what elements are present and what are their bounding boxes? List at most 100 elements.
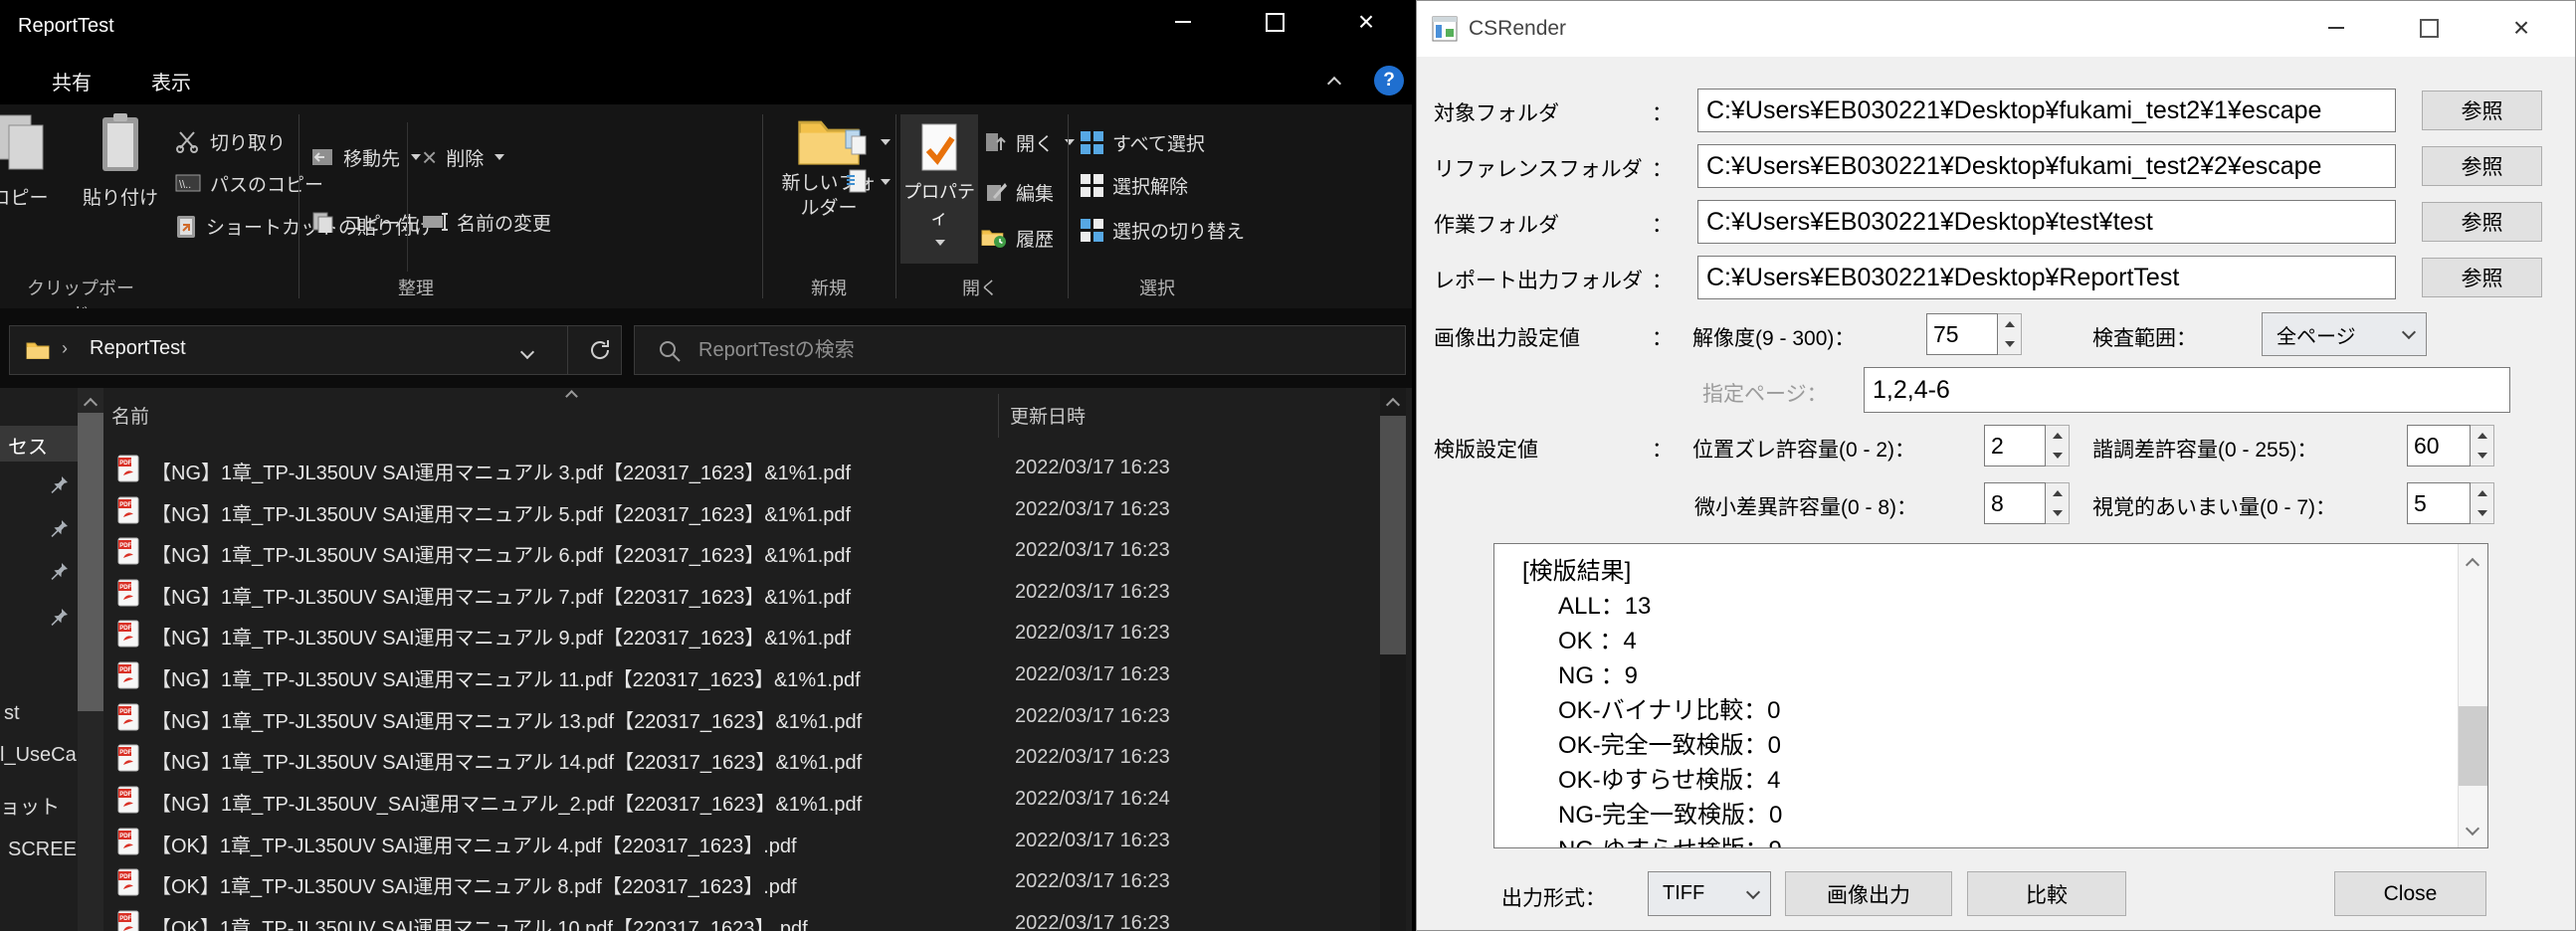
- compare-button[interactable]: 比較: [1967, 871, 2126, 916]
- target-folder-input[interactable]: [1697, 89, 2396, 132]
- dialog-close-button[interactable]: ×: [2490, 5, 2552, 51]
- target-folder-browse-button[interactable]: 参照: [2422, 91, 2542, 130]
- sidebar-item-quick-access[interactable]: セス: [0, 426, 78, 462]
- file-row[interactable]: 【OK】1章_TP-JL350UV SAI運用マニュアル 8.pdf【22031…: [102, 862, 1380, 903]
- results-scrollbar-thumb[interactable]: [2459, 706, 2487, 786]
- page-spec-input[interactable]: [1864, 367, 2510, 413]
- spin-down-icon[interactable]: [1998, 334, 2021, 354]
- report-folder-browse-button[interactable]: 参照: [2422, 258, 2542, 297]
- select-all-button[interactable]: すべて選択: [1081, 126, 1205, 158]
- open-button[interactable]: 開く: [985, 126, 1075, 158]
- spin-up-icon[interactable]: [2471, 426, 2493, 446]
- file-row[interactable]: 【OK】1章_TP-JL350UV SAI運用マニュアル 10.pdf【2203…: [102, 904, 1380, 931]
- tab-share[interactable]: 共有: [52, 67, 92, 95]
- column-header-modified[interactable]: 更新日時: [1010, 402, 1086, 429]
- tab-view[interactable]: 表示: [151, 67, 191, 95]
- work-folder-input[interactable]: [1697, 200, 2396, 244]
- spin-down-icon[interactable]: [2471, 446, 2493, 466]
- sidebar-scrollbar-thumb[interactable]: [78, 413, 103, 711]
- file-row[interactable]: 【NG】1章_TP-JL350UV SAI運用マニュアル 11.pdf【2203…: [102, 655, 1380, 696]
- spin-down-icon[interactable]: [2471, 503, 2493, 523]
- delete-button[interactable]: × 削除: [422, 141, 504, 173]
- edit-button[interactable]: 編集: [985, 176, 1054, 208]
- select-none-button[interactable]: 選択解除: [1081, 169, 1188, 201]
- file-row[interactable]: 【NG】1章_TP-JL350UV SAI運用マニュアル 9.pdf【22031…: [102, 614, 1380, 654]
- sidebar-item[interactable]: ョット: [0, 791, 60, 820]
- spin-up-icon[interactable]: [2046, 483, 2069, 503]
- spin-up-icon[interactable]: [1998, 314, 2021, 334]
- explorer-close-button[interactable]: ×: [1320, 0, 1412, 44]
- column-divider[interactable]: [998, 394, 999, 438]
- sidebar-item[interactable]: l_UseCa: [0, 744, 77, 767]
- copy-path-button[interactable]: \\.. パスのコピー: [175, 167, 323, 199]
- tone-diff-spinner[interactable]: [2407, 425, 2471, 466]
- file-list-scrollbar-thumb[interactable]: [1380, 416, 1406, 654]
- dialog-maximize-button[interactable]: [2398, 5, 2460, 51]
- dialog-minimize-button[interactable]: [2305, 5, 2367, 51]
- explorer-maximize-button[interactable]: [1229, 0, 1320, 44]
- resolution-input[interactable]: [1926, 313, 1998, 355]
- properties-button[interactable]: プロパティ: [900, 114, 978, 264]
- invert-selection-button[interactable]: 選択の切り替え: [1081, 214, 1245, 246]
- close-button[interactable]: Close: [2334, 871, 2486, 916]
- file-row[interactable]: 【OK】1章_TP-JL350UV SAI運用マニュアル 4.pdf【22031…: [102, 822, 1380, 862]
- report-folder-input[interactable]: [1697, 256, 2396, 299]
- spinner-buttons[interactable]: [2471, 425, 2494, 466]
- file-row[interactable]: 【NG】1章_TP-JL350UV_SAI運用マニュアル_2.pdf【22031…: [102, 780, 1380, 821]
- new-item-button[interactable]: [844, 126, 891, 158]
- resolution-spinner[interactable]: [1926, 313, 1998, 355]
- column-header-name[interactable]: 名前: [111, 402, 149, 429]
- explorer-minimize-button[interactable]: [1137, 0, 1229, 44]
- spinner-buttons[interactable]: [1998, 313, 2022, 355]
- position-shift-input[interactable]: [1984, 425, 2046, 466]
- sidebar-item[interactable]: st: [4, 702, 20, 725]
- address-bar[interactable]: › ReportTest: [9, 325, 622, 375]
- move-to-button[interactable]: 移動先: [310, 141, 421, 173]
- history-button[interactable]: 履歴: [981, 222, 1054, 254]
- inspect-range-select[interactable]: 全ページ: [2262, 312, 2427, 356]
- spinner-buttons[interactable]: [2046, 425, 2070, 466]
- micro-diff-spinner[interactable]: [1984, 482, 2046, 524]
- sidebar-scrollbar[interactable]: [78, 388, 103, 931]
- address-dropdown-button[interactable]: [522, 344, 532, 362]
- results-scrollbar[interactable]: [2458, 544, 2487, 847]
- ribbon-tab-strip: 共有 表示 ?: [0, 55, 1412, 104]
- spin-down-icon[interactable]: [2046, 503, 2069, 523]
- visual-ambiguity-spinner[interactable]: [2407, 482, 2471, 524]
- cut-button[interactable]: 切り取り: [175, 125, 286, 157]
- work-folder-browse-button[interactable]: 参照: [2422, 202, 2542, 242]
- collapse-ribbon-button[interactable]: [1329, 75, 1339, 93]
- reference-folder-input[interactable]: [1697, 144, 2396, 188]
- copy-button[interactable]: コピー: [0, 111, 70, 210]
- position-shift-spinner[interactable]: [1984, 425, 2046, 466]
- search-box[interactable]: [634, 325, 1406, 375]
- file-list-scrollbar[interactable]: [1380, 388, 1406, 931]
- reference-folder-browse-button[interactable]: 参照: [2422, 146, 2542, 186]
- spin-down-icon[interactable]: [2046, 446, 2069, 466]
- file-row[interactable]: 【NG】1章_TP-JL350UV SAI運用マニュアル 3.pdf【22031…: [102, 449, 1380, 489]
- file-row[interactable]: 【NG】1章_TP-JL350UV SAI運用マニュアル 7.pdf【22031…: [102, 573, 1380, 614]
- file-row[interactable]: 【NG】1章_TP-JL350UV SAI運用マニュアル 6.pdf【22031…: [102, 531, 1380, 572]
- spin-up-icon[interactable]: [2471, 483, 2493, 503]
- tone-diff-input[interactable]: [2407, 425, 2471, 466]
- micro-diff-input[interactable]: [1984, 482, 2046, 524]
- help-button[interactable]: ?: [1374, 66, 1404, 95]
- file-row[interactable]: 【NG】1章_TP-JL350UV SAI運用マニュアル 14.pdf【2203…: [102, 738, 1380, 779]
- spin-up-icon[interactable]: [2046, 426, 2069, 446]
- rename-button[interactable]: 名前の変更: [422, 206, 551, 238]
- search-input[interactable]: [696, 332, 1337, 368]
- breadcrumb-location[interactable]: ReportTest: [90, 337, 186, 360]
- output-format-select[interactable]: TIFF: [1648, 871, 1771, 916]
- visual-ambiguity-input[interactable]: [2407, 482, 2471, 524]
- file-row[interactable]: 【NG】1章_TP-JL350UV SAI運用マニュアル 5.pdf【22031…: [102, 490, 1380, 531]
- spinner-buttons[interactable]: [2046, 482, 2070, 524]
- easy-access-button[interactable]: [846, 166, 891, 198]
- refresh-icon[interactable]: [587, 337, 613, 363]
- inspection-results-box[interactable]: [検版結果] ALL：13 OK ：4 NG ：9 OK-バイナリ比較：0 OK…: [1493, 543, 2488, 848]
- copy-to-button[interactable]: コピー先: [310, 206, 440, 238]
- image-output-button[interactable]: 画像出力: [1785, 871, 1952, 916]
- spinner-buttons[interactable]: [2471, 482, 2494, 524]
- paste-button[interactable]: 貼り付け: [73, 111, 168, 210]
- file-row[interactable]: 【NG】1章_TP-JL350UV SAI運用マニュアル 13.pdf【2203…: [102, 697, 1380, 738]
- sidebar-item[interactable]: SCREEI: [8, 838, 82, 861]
